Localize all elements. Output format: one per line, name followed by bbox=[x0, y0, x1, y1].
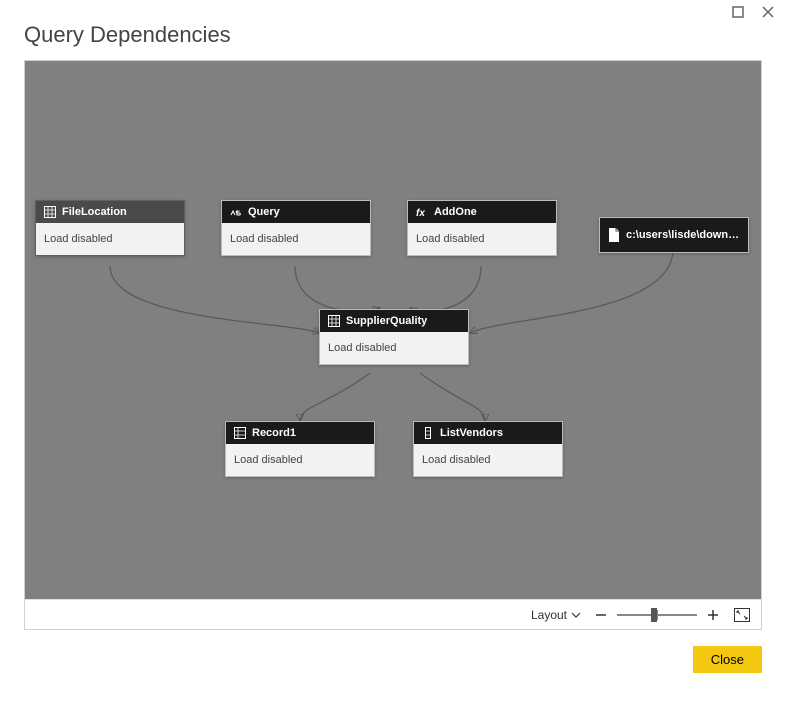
table-icon bbox=[328, 315, 340, 327]
close-button[interactable]: Close bbox=[693, 646, 762, 673]
node-supplierquality[interactable]: SupplierQuality Load disabled bbox=[319, 309, 469, 365]
node-title: AddOne bbox=[434, 206, 477, 218]
node-status: Load disabled bbox=[222, 223, 370, 255]
file-icon bbox=[608, 228, 620, 242]
node-filelocation[interactable]: FileLocation Load disabled bbox=[35, 200, 185, 256]
svg-text:fx: fx bbox=[416, 208, 425, 218]
canvas-toolbar: Layout bbox=[25, 599, 761, 629]
zoom-control bbox=[593, 607, 721, 623]
node-status: Load disabled bbox=[226, 444, 374, 476]
table-icon bbox=[44, 206, 56, 218]
node-status: Load disabled bbox=[36, 223, 184, 255]
restore-icon[interactable] bbox=[732, 6, 744, 18]
zoom-slider[interactable] bbox=[617, 608, 697, 622]
parameter-icon bbox=[230, 206, 242, 218]
zoom-out-button[interactable] bbox=[593, 607, 609, 623]
node-query[interactable]: Query Load disabled bbox=[221, 200, 371, 256]
fit-to-screen-button[interactable] bbox=[733, 607, 751, 623]
layout-label: Layout bbox=[531, 608, 567, 622]
list-icon bbox=[422, 427, 434, 439]
node-source-file[interactable]: c:\users\lisde\downloads... bbox=[599, 217, 749, 253]
canvas-wrap: FileLocation Load disabled Query Load di… bbox=[24, 60, 762, 630]
node-addone[interactable]: fx AddOne Load disabled bbox=[407, 200, 557, 256]
node-status: Load disabled bbox=[414, 444, 562, 476]
node-title: ListVendors bbox=[440, 427, 503, 439]
function-icon: fx bbox=[416, 206, 428, 218]
node-title: Query bbox=[248, 206, 280, 218]
node-title: SupplierQuality bbox=[346, 315, 427, 327]
zoom-in-button[interactable] bbox=[705, 607, 721, 623]
chevron-down-icon bbox=[571, 610, 581, 620]
node-title: Record1 bbox=[252, 427, 296, 439]
close-icon[interactable] bbox=[762, 6, 774, 18]
record-icon bbox=[234, 427, 246, 439]
node-title: FileLocation bbox=[62, 206, 127, 218]
node-record1[interactable]: Record1 Load disabled bbox=[225, 421, 375, 477]
dialog-title: Query Dependencies bbox=[24, 22, 231, 48]
node-title: c:\users\lisde\downloads... bbox=[626, 229, 740, 241]
dependency-canvas[interactable]: FileLocation Load disabled Query Load di… bbox=[25, 61, 761, 599]
node-status: Load disabled bbox=[320, 332, 468, 364]
node-listvendors[interactable]: ListVendors Load disabled bbox=[413, 421, 563, 477]
node-status: Load disabled bbox=[408, 223, 556, 255]
layout-dropdown[interactable]: Layout bbox=[531, 608, 581, 622]
